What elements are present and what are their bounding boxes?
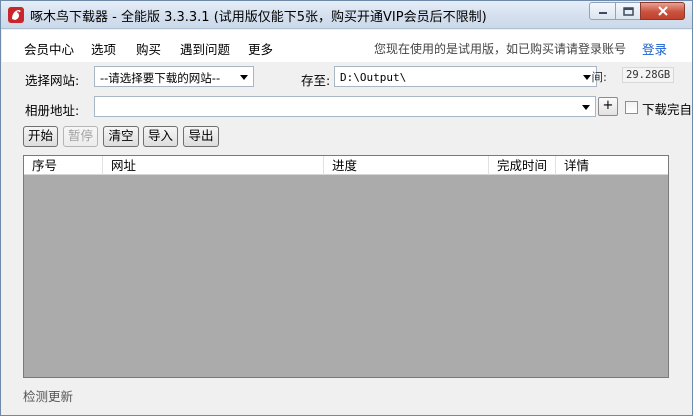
column-header-index[interactable]: 序号 <box>24 156 103 175</box>
disk-space-value: 29.28GB <box>622 67 675 83</box>
save-path-select[interactable]: D:\Output\ <box>334 66 597 87</box>
site-label: 选择网站: <box>25 73 80 88</box>
disk-space-info: 空间: 29.28GB <box>592 67 685 86</box>
export-button[interactable]: 导出 <box>183 126 219 147</box>
save-path-value: D:\Output\ <box>340 71 407 84</box>
chevron-down-icon <box>583 75 591 80</box>
chevron-down-icon <box>582 105 590 110</box>
album-url-label: 相册地址: <box>25 103 80 118</box>
column-header-details[interactable]: 详情 <box>556 156 668 175</box>
menu-member-center[interactable]: 会员中心 <box>24 39 74 58</box>
clear-button[interactable]: 清空 <box>103 126 139 147</box>
menu-more[interactable]: 更多 <box>248 39 273 58</box>
site-select-value: --请选择要下载的网站-- <box>100 71 221 85</box>
pause-button[interactable]: 暂停 <box>63 126 98 147</box>
maximize-button[interactable] <box>615 2 641 20</box>
minimize-button[interactable] <box>589 2 616 20</box>
auto-action-checkbox[interactable] <box>625 101 638 114</box>
column-header-url[interactable]: 网址 <box>103 156 324 175</box>
check-update-link[interactable]: 检测更新 <box>23 386 73 405</box>
download-table[interactable]: 序号 网址 进度 完成时间 详情 <box>23 155 669 378</box>
menu-buy[interactable]: 购买 <box>136 39 161 58</box>
minimize-icon <box>590 3 615 19</box>
maximize-icon <box>616 3 640 19</box>
auto-action-checkbox-label[interactable]: 下载完自 <box>642 99 693 118</box>
close-button[interactable] <box>640 2 685 20</box>
start-button[interactable]: 开始 <box>23 126 58 147</box>
close-icon <box>641 3 684 19</box>
woodpecker-logo-icon <box>8 7 24 23</box>
album-url-input[interactable] <box>94 96 596 117</box>
window-title: 啄木鸟下载器 - 全能版 3.3.3.1 (试用版仅能下5张，购买开通VIP会员… <box>30 10 487 25</box>
table-header: 序号 网址 进度 完成时间 详情 <box>24 156 668 175</box>
login-link[interactable]: 登录 <box>642 39 667 58</box>
disk-space-label: 空间: <box>592 70 607 84</box>
menu-help-problems[interactable]: 遇到问题 <box>180 39 230 58</box>
main-window: 啄木鸟下载器 - 全能版 3.3.3.1 (试用版仅能下5张，购买开通VIP会员… <box>0 0 693 416</box>
site-select[interactable]: --请选择要下载的网站-- <box>94 66 254 87</box>
trial-notice: 您现在使用的是试用版，如已购买请请登录账号 <box>374 42 627 56</box>
menu-bar: 会员中心 选项 购买 遇到问题 更多 您现在使用的是试用版，如已购买请请登录账号… <box>2 30 692 62</box>
column-header-progress[interactable]: 进度 <box>324 156 489 175</box>
title-bar[interactable]: 啄木鸟下载器 - 全能版 3.3.3.1 (试用版仅能下5张，购买开通VIP会员… <box>1 1 692 29</box>
save-label: 存至: <box>301 73 331 88</box>
import-button[interactable]: 导入 <box>143 126 178 147</box>
add-url-button[interactable]: + <box>598 97 618 116</box>
column-header-finish-time[interactable]: 完成时间 <box>489 156 556 175</box>
menu-options[interactable]: 选项 <box>91 39 116 58</box>
chevron-down-icon <box>240 75 248 80</box>
